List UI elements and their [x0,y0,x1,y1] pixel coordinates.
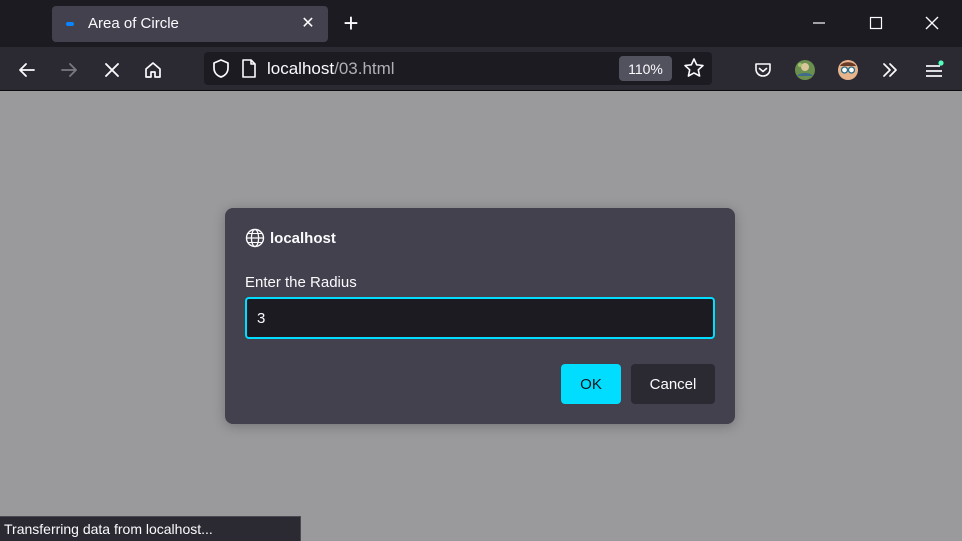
close-icon [925,16,939,30]
tab-title: Area of Circle [88,15,179,32]
tab-close-icon[interactable]: ✕ [298,12,318,34]
minimize-button[interactable] [804,8,834,38]
cancel-button[interactable]: Cancel [631,364,715,404]
dialog-prompt-label: Enter the Radius [245,274,357,291]
close-window-button[interactable] [917,8,947,38]
tab-area-of-circle[interactable]: Area of Circle ✕ [52,6,328,42]
stop-icon [105,63,119,77]
forward-button[interactable] [54,55,84,85]
maximize-icon [869,16,883,30]
app-menu-button[interactable] [919,55,949,85]
url-path: /03.html [334,59,395,78]
zoom-level-badge[interactable]: 110% [619,56,672,81]
radius-input[interactable] [245,297,715,339]
dialog-origin: localhost [270,230,336,247]
navigation-toolbar: localhost/03.html 110% [0,47,962,91]
home-icon [145,62,161,78]
status-bar: Transferring data from localhost... [0,516,301,541]
globe-icon [245,228,265,248]
star-bookmark-icon[interactable] [683,57,705,79]
ok-button[interactable]: OK [561,364,621,404]
stop-button[interactable] [97,55,127,85]
arrow-left-icon [19,63,35,77]
minimize-icon [813,22,825,24]
overflow-button[interactable] [875,55,905,85]
home-button[interactable] [138,55,168,85]
tab-strip: Area of Circle ✕ + [0,0,962,47]
favicon-icon [66,22,74,26]
chevrons-right-icon [883,63,897,77]
pocket-icon [755,63,771,77]
url-host: localhost [267,59,335,78]
page-icon[interactable] [240,58,258,79]
extension-glasses-icon [838,60,858,80]
extension-button-1[interactable] [790,55,820,85]
url-bar[interactable]: localhost/03.html 110% [204,52,712,85]
back-button[interactable] [12,55,42,85]
extension-avatar-icon [795,60,815,80]
extension-button-2[interactable] [833,55,863,85]
prompt-dialog: localhost Enter the Radius OK Cancel [225,208,735,424]
url-text[interactable]: localhost/03.html [267,59,395,79]
pocket-button[interactable] [748,55,778,85]
new-tab-button[interactable]: + [338,10,364,38]
shield-icon[interactable] [211,58,231,79]
maximize-button[interactable] [861,8,891,38]
arrow-right-icon [61,63,77,77]
hamburger-menu-icon [926,60,944,77]
